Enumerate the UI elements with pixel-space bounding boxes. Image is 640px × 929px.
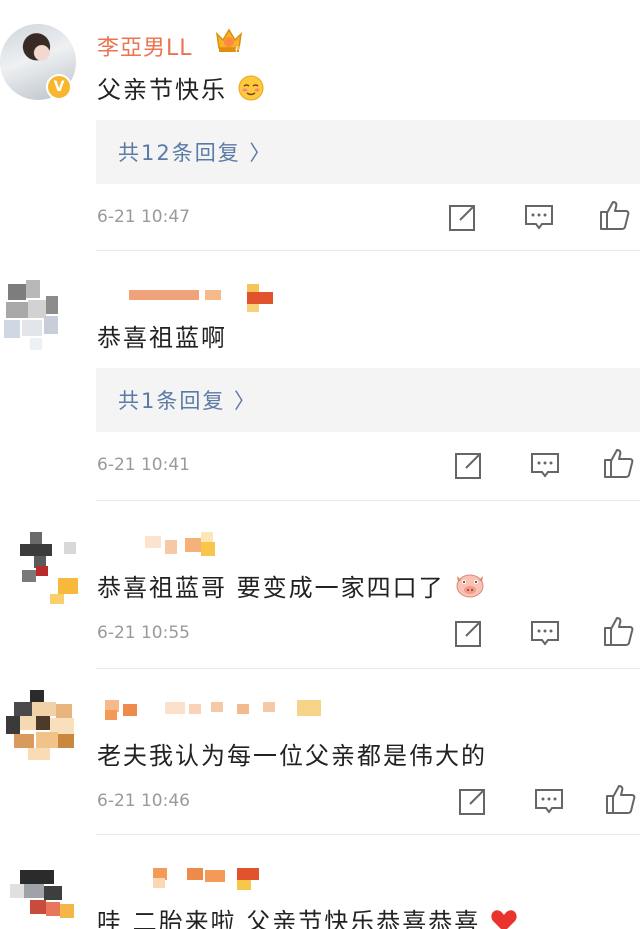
comment-text-content: 哇 二胎来啦 父亲节快乐恭喜恭喜 — [97, 908, 481, 929]
comment-text-content: 恭喜祖蓝哥 要变成一家四口了 — [97, 574, 445, 602]
level-number: 6 — [235, 46, 241, 54]
share-icon[interactable] — [456, 784, 490, 818]
timestamp: 6-21 10:47 — [97, 207, 190, 227]
share-icon[interactable] — [452, 616, 486, 650]
comment-icon[interactable] — [532, 784, 566, 818]
share-icon[interactable] — [452, 448, 486, 482]
comment-icon[interactable] — [522, 200, 556, 234]
share-icon[interactable] — [446, 200, 480, 234]
comment-item: 恭喜祖蓝哥 要变成一家四口了 6-21 10:55 — [0, 500, 640, 668]
username-blurred[interactable] — [97, 532, 297, 556]
pig-emoji-icon — [454, 570, 486, 606]
reply-summary[interactable]: 共1条回复 〉 — [96, 368, 640, 432]
avatar-blurred[interactable] — [0, 690, 80, 770]
comment-text: 哇 二胎来啦 父亲节快乐恭喜恭喜 — [97, 902, 518, 929]
username[interactable]: 李亞男LL — [97, 30, 193, 62]
reply-summary[interactable]: 共12条回复 〉 — [96, 120, 640, 184]
timestamp: 6-21 10:41 — [97, 455, 190, 475]
comment-item: 哇 二胎来啦 父亲节快乐恭喜恭喜 — [0, 834, 640, 929]
vip-crown-icon: 6 — [214, 26, 244, 56]
username-blurred[interactable] — [97, 866, 317, 890]
comment-icon[interactable] — [528, 448, 562, 482]
username-blurred[interactable] — [97, 284, 297, 312]
comment-icon[interactable] — [528, 616, 562, 650]
thumbs-up-icon[interactable] — [598, 198, 632, 232]
reply-link[interactable]: 共1条回复 〉 — [118, 385, 257, 415]
thumbs-up-icon[interactable] — [602, 446, 636, 480]
thumbs-up-icon[interactable] — [602, 614, 636, 648]
comment-item: 老夫我认为每一位父亲都是伟大的 6-21 10:46 — [0, 668, 640, 834]
heart-emoji-icon — [490, 908, 518, 929]
comment-text: 恭喜祖蓝哥 要变成一家四口了 — [97, 568, 486, 606]
comment-text: 恭喜祖蓝啊 — [97, 324, 227, 352]
reply-link[interactable]: 共12条回复 〉 — [118, 137, 272, 167]
timestamp: 6-21 10:55 — [97, 623, 190, 643]
comment-text-content: 父亲节快乐 — [97, 76, 227, 104]
avatar-blurred[interactable] — [0, 864, 80, 929]
comment-item: V 李亞男LL 6 父亲节快乐 共12条回复 〉 6-21 10:47 — [0, 0, 640, 250]
comment-text: 老夫我认为每一位父亲都是伟大的 — [97, 742, 487, 770]
avatar-blurred[interactable] — [0, 528, 80, 608]
blush-emoji-icon — [237, 74, 265, 108]
thumbs-up-icon[interactable] — [604, 782, 638, 816]
username-blurred[interactable] — [97, 698, 337, 720]
comment-text: 父亲节快乐 — [97, 70, 265, 108]
timestamp: 6-21 10:46 — [97, 791, 190, 811]
avatar-blurred[interactable] — [0, 276, 80, 356]
verified-badge: V — [46, 74, 72, 100]
comment-item: 恭喜祖蓝啊 共1条回复 〉 6-21 10:41 — [0, 250, 640, 500]
